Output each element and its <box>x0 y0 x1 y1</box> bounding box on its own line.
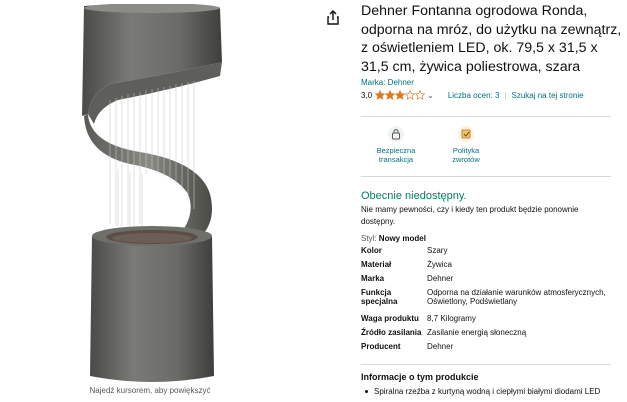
product-image-panel: Najedź kursorem, aby powiększyć <box>0 0 330 402</box>
badges: Bezpieczna transakcja Polityka zwrotów <box>361 125 501 164</box>
table-row: Marka Dehner <box>361 274 617 288</box>
badge-label: transakcja <box>378 155 414 164</box>
search-page-link[interactable]: Szukaj na tej stronie <box>512 91 584 100</box>
table-row: Źródło zasilania Zasilanie energią słone… <box>361 328 617 342</box>
bullet-icon <box>365 390 368 394</box>
info-title: Informacje o tym produkcie <box>361 372 479 382</box>
style-selector[interactable]: Styl: Nowy model <box>361 234 426 243</box>
divider: | <box>504 90 507 100</box>
table-row: Kolor Szary <box>361 246 617 260</box>
spec-value: 8,7 Kilogramy <box>427 314 476 323</box>
list-item: Spiralna rzeźba z kurtyną wodną i ciepły… <box>361 387 600 396</box>
star-filled-icon <box>395 90 406 100</box>
rating-value: 3,0 <box>361 90 373 100</box>
lock-icon <box>388 126 404 142</box>
table-row: Materiał Żywica <box>361 260 617 274</box>
star-empty-icon <box>405 90 416 100</box>
return-policy-icon <box>458 126 474 142</box>
spec-key: Kolor <box>361 246 382 255</box>
spec-key: Materiał <box>361 260 392 269</box>
table-row: Waga produktu 8,7 Kilogramy <box>361 314 617 328</box>
rating-stars[interactable] <box>375 90 426 100</box>
badge-label: Polityka <box>452 146 480 155</box>
divider <box>361 116 611 117</box>
bullet-text: Spiralna rzeźba z kurtyną wodną i ciepły… <box>374 387 601 396</box>
spec-value: Szary <box>427 246 448 255</box>
spec-value: Zasilanie energią słoneczną <box>427 328 527 337</box>
badge-return-policy[interactable]: Polityka zwrotów <box>431 125 501 164</box>
star-empty-icon <box>415 90 426 100</box>
spec-value: Dehner <box>427 274 454 283</box>
table-row: Producent Dehner <box>361 342 617 356</box>
product-title: Dehner Fontanna ogrodowa Ronda, odporna … <box>361 3 622 75</box>
star-filled-icon <box>385 90 396 100</box>
divider <box>361 364 611 365</box>
spec-key: Waga produktu <box>361 314 419 323</box>
style-value: Nowy model <box>378 234 426 243</box>
rating-count-link[interactable]: Liczba ocen: 3 <box>448 91 500 100</box>
spec-value: Żywica <box>427 260 452 269</box>
table-row: Funkcja specjalna Odporna na działanie w… <box>361 288 617 314</box>
spec-key: Funkcja specjalna <box>361 288 398 306</box>
brand-link[interactable]: Marka: Dehner <box>361 78 623 87</box>
product-image[interactable] <box>70 4 240 384</box>
divider <box>361 176 611 177</box>
availability-note: Nie mamy pewności, czy i kiedy ten produ… <box>361 205 579 226</box>
spec-value: Odporna na działanie warunków atmosferyc… <box>427 288 606 306</box>
zoom-hint: Najedź kursorem, aby powiększyć <box>89 386 211 395</box>
availability-status: Obecnie niedostępny. <box>361 190 467 202</box>
star-filled-icon <box>375 90 386 100</box>
spec-table: Kolor Szary Materiał Żywica Marka Dehner… <box>361 246 617 356</box>
chevron-down-icon[interactable]: ⌄ <box>427 91 434 100</box>
badge-label: Bezpieczna <box>376 146 416 155</box>
badge-secure-transaction[interactable]: Bezpieczna transakcja <box>361 125 431 164</box>
share-icon[interactable] <box>326 10 340 26</box>
spec-key: Źródło zasilania <box>361 328 422 337</box>
rating-row: 3,0 ⌄ Liczba ocen: 3 | Szukaj na tej str… <box>361 89 623 101</box>
spec-value: Dehner <box>427 342 454 351</box>
spec-key: Producent <box>361 342 401 351</box>
product-info: Dehner Fontanna ogrodowa Ronda, odporna … <box>361 2 623 101</box>
style-label: Styl: <box>361 234 377 243</box>
badge-label: zwrotów <box>452 155 480 164</box>
spec-key: Marka <box>361 274 385 283</box>
